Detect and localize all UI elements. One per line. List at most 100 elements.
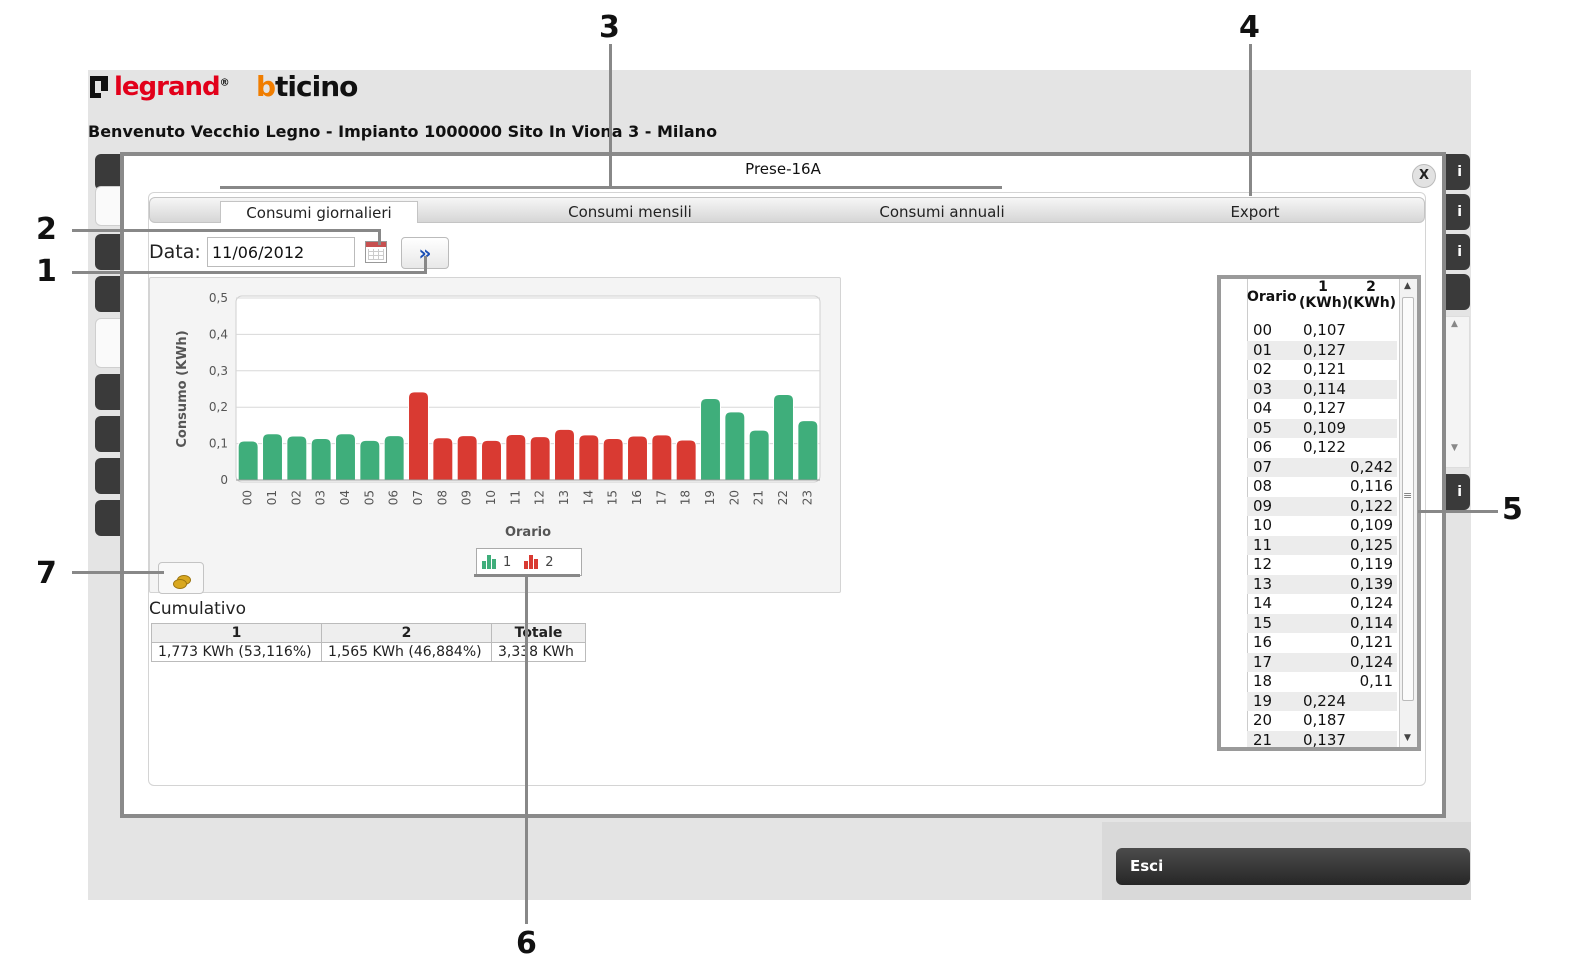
bar-17[interactable] [651,434,673,481]
table-cell: 06 [1253,438,1273,456]
table-cell: 17 [1253,652,1273,671]
bar-14[interactable] [578,434,600,481]
table-row: 17 0,124 [1247,652,1397,672]
table-row: 12 0,119 [1247,555,1397,575]
info-icon: i [1457,164,1462,180]
tab-consumi-annuali[interactable]: Consumi annuali [862,201,1022,223]
close-button[interactable]: X [1412,164,1436,188]
logout-button[interactable]: Esci [1116,848,1470,885]
table-cell: 16 [1253,633,1273,651]
callout-line [378,229,381,245]
table-cell: 08 [1253,477,1273,495]
table-row: 21 0,137 [1247,730,1397,748]
cumulative-title: Cumulativo [149,599,246,619]
table-row: 16 0,121 [1247,633,1397,653]
table-cell: 14 [1253,594,1273,612]
table-header-row: 1 2 Totale [151,623,586,643]
scroll-up-icon[interactable]: ▲ [1404,281,1411,291]
table-row: 07 0,242 [1247,457,1397,477]
table-cell: 12 [1253,555,1273,573]
bar-02[interactable] [286,435,308,481]
hourly-table[interactable]: Orario 1 (KWh) 2 (KWh) 00 0,107 01 0,127 02 0,1… [1217,275,1421,751]
table-row: 13 0,139 [1247,574,1397,594]
bar-07[interactable] [408,391,429,481]
y-tick-label: 0,3 [209,364,228,378]
x-tick-label: 12 [533,490,547,505]
table-cell: 1,773 KWh (53,116%) [151,642,322,662]
x-tick-label: 23 [800,490,814,505]
table-cell: 07 [1253,457,1273,476]
callout-line [72,271,426,274]
column-header-2: 2 (KWh) [1347,279,1397,311]
callout-4: 4 [1239,10,1260,45]
chart-legend[interactable]: 1 2 [476,548,582,576]
table-cell: 0,116 [1350,477,1393,495]
table-scrollbar[interactable]: ▲ ≡ ▼ [1399,279,1417,747]
info-icon: i [1457,484,1462,500]
tab-consumi-mensili[interactable]: Consumi mensili [550,201,710,223]
table-cell: 0,109 [1303,418,1346,437]
table-row: 1,773 KWh (53,116%) 1,565 KWh (46,884%) … [151,642,586,662]
bar-21[interactable] [748,429,770,481]
bar-10[interactable] [481,439,502,481]
table-cell: 01 [1253,340,1273,359]
calendar-icon[interactable] [365,241,387,263]
bar-03[interactable] [310,438,332,481]
bar-11[interactable] [505,434,527,481]
bar-15[interactable] [602,438,624,481]
table-row: 01 0,127 [1247,340,1397,360]
y-tick-label: 0,5 [209,291,228,305]
x-tick-label: 21 [752,490,766,505]
tab-export[interactable]: Export [1210,201,1300,223]
table-cell: 0,124 [1350,594,1393,612]
dialog-body: Consumi giornalieri Consumi mensili Cons… [148,192,1426,786]
x-tick-label: 18 [679,490,693,505]
bar-04[interactable] [335,433,356,481]
info-icon: i [1457,204,1462,220]
bar-12[interactable] [529,436,551,481]
y-tick-label: 0,4 [209,327,228,341]
chart-panel: 0 0,1 0,2 0,3 0,4 0,5 00 01 02 03 04 05 06 07 08 09 10 11… [149,277,841,594]
table-cell: 0,119 [1350,555,1393,573]
bar-06[interactable] [383,435,405,481]
bar-01[interactable] [262,433,283,481]
bar-18[interactable] [675,439,697,481]
table-cell: 04 [1253,399,1273,417]
bar-09[interactable] [456,435,478,481]
bar-chart-green-icon [481,555,497,569]
table-row: 11 0,125 [1247,535,1397,555]
bar-19[interactable] [700,397,721,481]
table-cell: 21 [1253,730,1273,748]
scroll-up-icon[interactable]: ▲ [1451,319,1458,329]
column-header-orario: Orario [1247,289,1297,305]
consumption-dialog: Prese-16A X Consumi giornalieri Consumi … [120,152,1446,818]
date-input[interactable] [207,237,355,267]
table-row: 15 0,114 [1247,613,1397,633]
table-cell: 0,242 [1350,457,1393,476]
bar-00[interactable] [237,440,259,481]
x-tick-label: 13 [557,490,571,505]
bar-23[interactable] [797,420,819,481]
export-chart-button[interactable] [158,562,204,594]
callout-line [1249,44,1252,196]
x-tick-label: 22 [776,490,790,505]
callout-7: 7 [36,556,57,591]
bar-22[interactable] [773,393,794,481]
y-axis-label: Consumo (KWh) [175,330,190,447]
bar-05[interactable] [359,439,381,481]
table-cell: 0,127 [1303,340,1346,359]
bar-16[interactable] [627,435,648,481]
table-cell: 0,137 [1303,730,1346,748]
scroll-down-icon[interactable]: ▼ [1451,443,1458,453]
scroll-down-icon[interactable]: ▼ [1404,733,1411,743]
table-cell: 0,122 [1303,438,1346,456]
tab-consumi-giornalieri[interactable]: Consumi giornalieri [220,201,418,223]
cumulative-table: 1 2 Totale 1,773 KWh (53,116%) 1,565 KWh… [151,623,586,662]
bar-13[interactable] [554,428,575,481]
callout-line [525,576,528,924]
callout-1: 1 [36,254,57,289]
bar-08[interactable] [432,437,454,481]
table-cell: 18 [1253,672,1273,690]
table-cell: 0,139 [1350,574,1393,593]
bar-20[interactable] [724,411,746,481]
